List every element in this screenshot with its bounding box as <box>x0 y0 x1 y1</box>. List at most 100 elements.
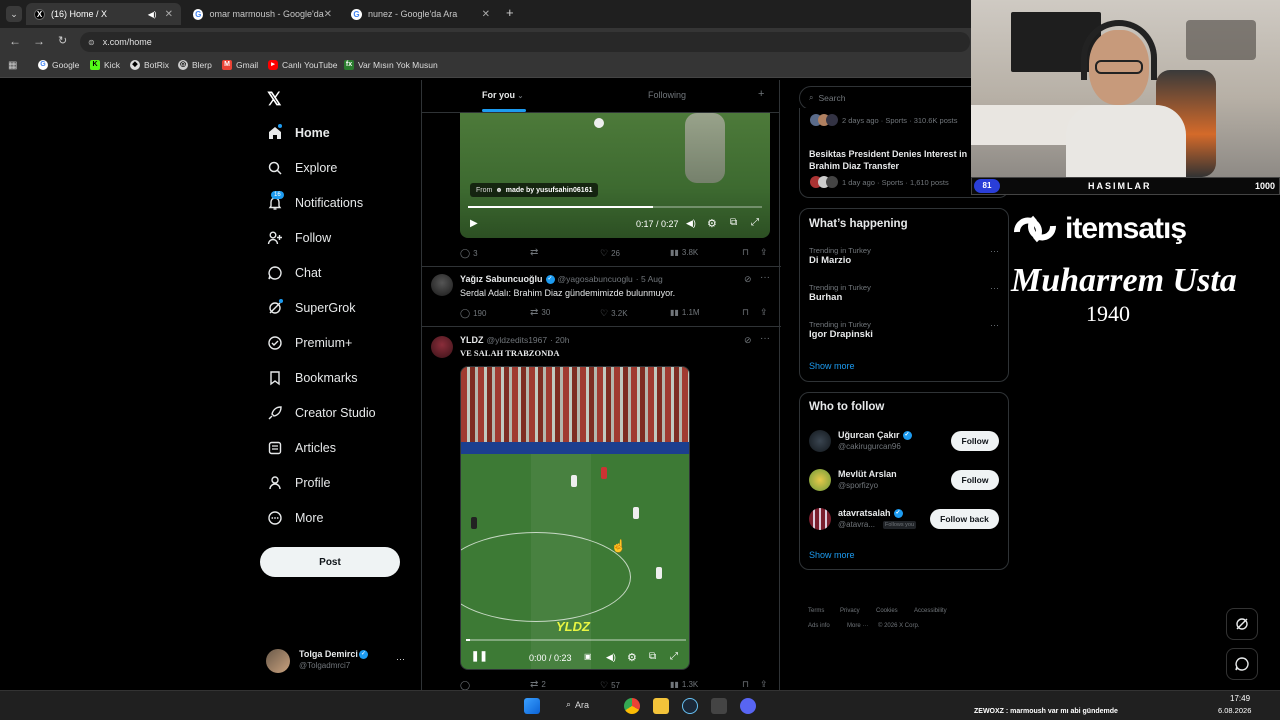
share-button[interactable]: ⇪ <box>760 247 768 258</box>
reply-button[interactable]: ◯ 3 <box>460 248 478 259</box>
close-icon[interactable]: ✕ <box>482 9 490 20</box>
speaker-icon[interactable]: ◀) <box>148 10 157 19</box>
grok-icon[interactable]: ⊘ <box>744 274 752 285</box>
trend-item[interactable]: Trending in Turkey Di Marzio ··· <box>809 246 999 266</box>
nav-explore[interactable]: Explore <box>266 159 337 177</box>
nav-home[interactable]: Home <box>266 124 330 142</box>
volume-icon[interactable]: ◀) <box>606 652 616 663</box>
back-arrow-icon[interactable]: ← <box>9 34 21 48</box>
follow-back-button[interactable]: Follow back <box>930 509 999 529</box>
nav-bookmarks[interactable]: Bookmarks <box>266 369 358 387</box>
app-icon[interactable] <box>711 698 727 714</box>
trend-item[interactable]: Trending in Turkey Burhan ··· <box>809 283 999 303</box>
search-input[interactable]: ⌕ Search <box>799 86 999 110</box>
author-name[interactable]: YLDZ <box>460 335 484 345</box>
nav-more[interactable]: More <box>266 509 323 527</box>
grok-float-button[interactable] <box>1226 608 1258 640</box>
windows-start-icon[interactable] <box>524 698 540 714</box>
repost-button[interactable]: ⇄ <box>530 247 538 258</box>
apps-grid-icon[interactable]: ▦ <box>8 60 17 71</box>
url-field[interactable]: ⊜ x.com/home <box>80 32 970 52</box>
more-dots-icon[interactable]: ··· <box>990 320 999 330</box>
bookmark-button[interactable]: ⊓ <box>742 679 749 690</box>
new-tab-plus-icon[interactable]: + <box>506 5 514 20</box>
add-tab-plus-icon[interactable]: + <box>758 88 764 100</box>
clock-time[interactable]: 17:49 <box>1230 694 1250 703</box>
video-player[interactable]: From ☻ made by yusufsahin06161 ▶ 0:17 / … <box>460 113 770 238</box>
clock-date[interactable]: 6.08.2026 <box>1218 706 1251 715</box>
bookmark-google[interactable]: G Google <box>38 60 79 70</box>
nav-articles[interactable]: Articles <box>266 439 336 457</box>
tab-x-home[interactable]: X (16) Home / X ◀) ✕ <box>26 3 181 25</box>
tab-list-chevron-icon[interactable]: ⌄ <box>6 6 22 22</box>
more-dots-icon[interactable]: ··· <box>760 272 770 283</box>
post-date[interactable]: · 5 Aug <box>636 274 663 284</box>
forward-arrow-icon[interactable]: → <box>33 34 45 48</box>
tab-following[interactable]: Following <box>648 90 686 100</box>
show-more-link[interactable]: Show more <box>809 550 855 560</box>
bookmark-gmail[interactable]: M Gmail <box>222 60 258 70</box>
from-attribution[interactable]: From ☻ made by yusufsahin06161 <box>470 183 599 197</box>
footer-ads-info[interactable]: Ads info <box>808 623 830 629</box>
captions-icon[interactable]: ▣ <box>584 652 592 661</box>
bookmark-button[interactable]: ⊓ <box>742 307 749 318</box>
fullscreen-icon[interactable]: ⤢ <box>751 217 759 228</box>
pause-icon[interactable]: ❚❚ <box>471 651 488 662</box>
like-button[interactable]: ♡ 26 <box>600 248 620 259</box>
share-button[interactable]: ⇪ <box>760 307 768 318</box>
site-info-icon[interactable]: ⊜ <box>88 38 95 47</box>
follow-button[interactable]: Follow <box>951 470 999 490</box>
chrome-icon[interactable] <box>624 698 640 714</box>
reply-button[interactable]: ◯ 190 <box>460 308 486 319</box>
bookmark-botrix[interactable]: ◆ BotRix <box>130 60 169 70</box>
repost-button[interactable]: ⇄ 2 <box>530 679 546 690</box>
pip-icon[interactable]: ⧉ <box>730 217 737 228</box>
tab-nunez[interactable]: G nunez - Google'da Ara ✕ <box>343 3 498 25</box>
x-logo-icon[interactable]: 𝕏 <box>267 89 282 110</box>
like-button[interactable]: ♡ 3.2K <box>600 308 628 319</box>
steam-icon[interactable] <box>682 698 698 714</box>
progress-track[interactable] <box>466 639 686 641</box>
footer-cookies[interactable]: Cookies <box>876 608 898 614</box>
nav-notifications[interactable]: Notifications 16 <box>266 191 363 212</box>
taskbar-search[interactable]: ⌕ Ara <box>566 699 589 710</box>
nav-creator-studio[interactable]: Creator Studio <box>266 404 376 422</box>
share-button[interactable]: ⇪ <box>760 679 768 690</box>
post-date[interactable]: · 20h <box>550 335 569 345</box>
show-more-link[interactable]: Show more <box>809 361 855 371</box>
avatar[interactable] <box>431 274 453 296</box>
more-dots-icon[interactable]: ··· <box>990 283 999 293</box>
follow-button[interactable]: Follow <box>951 431 999 451</box>
avatar[interactable] <box>431 336 453 358</box>
play-icon[interactable]: ▶ <box>470 218 478 229</box>
volume-icon[interactable]: ◀) <box>686 218 696 229</box>
video-player[interactable]: YLDZ ❚❚ 0:00 / 0:23 ▣ ◀) ⚙ ⧉ ⤢ ☝ <box>460 366 690 670</box>
footer-privacy[interactable]: Privacy <box>840 608 860 614</box>
file-explorer-icon[interactable] <box>653 698 669 714</box>
nav-supergrok[interactable]: SuperGrok <box>266 299 355 317</box>
tab-for-you[interactable]: For you ⌄ <box>482 90 523 100</box>
footer-accessibility[interactable]: Accessibility <box>914 608 947 614</box>
trend-item[interactable]: Trending in Turkey Igor Drapinski ··· <box>809 320 999 340</box>
post-button[interactable]: Post <box>260 547 400 577</box>
views-button[interactable]: ▮▮ 1.3K <box>670 680 698 689</box>
account-switcher[interactable]: Tolga Demirci ✓ @Tolgadmrci7 ··· <box>266 647 410 675</box>
footer-more[interactable]: More ··· <box>847 623 868 629</box>
messages-float-button[interactable] <box>1226 648 1258 680</box>
views-button[interactable]: ▮▮ 1.1M <box>670 308 700 317</box>
bookmark-var-misin[interactable]: fx Var Mısın Yok Musun <box>344 60 438 70</box>
tab-omar-marmoush[interactable]: G omar marmoush - Google'da Ar ✕ <box>185 3 340 25</box>
grok-icon[interactable]: ⊘ <box>744 335 752 346</box>
progress-track[interactable] <box>468 206 762 208</box>
author-handle[interactable]: @yldzedits1967 <box>487 335 548 345</box>
settings-gear-icon[interactable]: ⚙ <box>707 217 717 230</box>
nav-chat[interactable]: Chat <box>266 264 321 282</box>
more-dots-icon[interactable]: ··· <box>990 246 999 256</box>
bookmark-youtube[interactable]: ▸ Canlı YouTube <box>268 60 337 70</box>
footer-terms[interactable]: Terms <box>808 608 824 614</box>
more-dots-icon[interactable]: ··· <box>396 654 405 664</box>
discord-icon[interactable] <box>740 698 756 714</box>
close-icon[interactable]: ✕ <box>165 9 173 20</box>
pip-icon[interactable]: ⧉ <box>649 651 656 662</box>
close-icon[interactable]: ✕ <box>324 9 332 20</box>
